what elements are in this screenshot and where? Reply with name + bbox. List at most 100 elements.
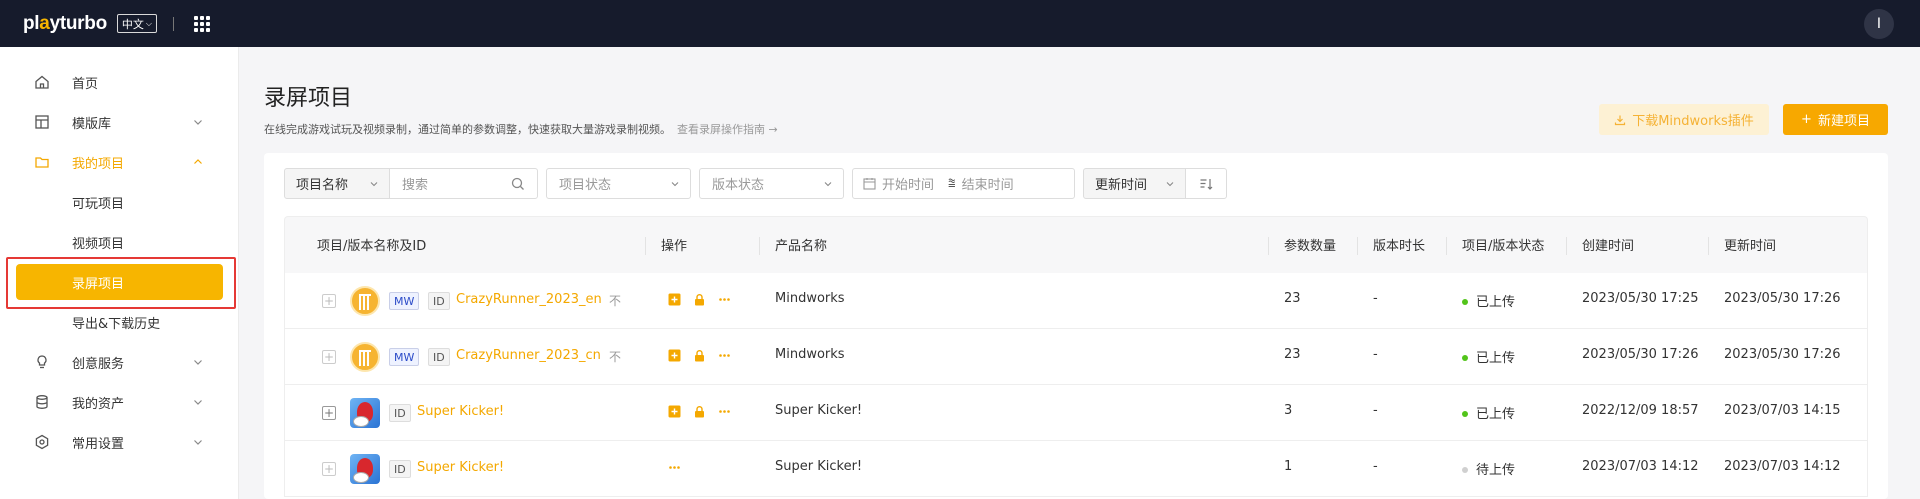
status-badge: 已上传 xyxy=(1462,403,1515,422)
row-actions xyxy=(668,461,681,474)
project-name-link[interactable]: CrazyRunner_2023_en xyxy=(456,292,602,307)
lock-icon[interactable] xyxy=(693,405,706,418)
version-duration: - xyxy=(1373,291,1378,306)
sidebar-subitem-playable[interactable]: 可玩项目 xyxy=(0,186,239,218)
updated-time: 2023/05/30 17:26 xyxy=(1724,291,1841,306)
updated-time: 2023/05/30 17:26 xyxy=(1724,347,1841,362)
sidebar-subitem-export-history[interactable]: 导出&下载历史 xyxy=(0,306,239,338)
field-select-value: 项目名称 xyxy=(296,178,349,193)
sidebar-item-label: 创意服务 xyxy=(72,356,125,372)
chevron-down-icon xyxy=(194,120,202,125)
table-row[interactable]: + MW ID CrazyRunner_2023_cn 不 Mindworks … xyxy=(284,329,1868,385)
project-name-link[interactable]: Super Kicker! xyxy=(417,460,504,475)
more-icon[interactable] xyxy=(718,349,731,362)
column-header: 操作 xyxy=(661,239,688,254)
date-range-picker[interactable]: 开始时间 ⩰ 结束时间 xyxy=(852,168,1075,199)
add-version-icon[interactable] xyxy=(668,293,681,306)
top-bar: playturbo 中文 ⌵ I xyxy=(0,0,1920,47)
sidebar-item-settings[interactable]: 常用设置 xyxy=(0,426,239,458)
lock-icon[interactable] xyxy=(693,349,706,362)
plus-icon: + xyxy=(1801,112,1812,127)
table-row[interactable]: + MW ID CrazyRunner_2023_en 不 Mindworks … xyxy=(284,273,1868,329)
new-project-label: 新建项目 xyxy=(1817,114,1870,129)
mindworks-logo xyxy=(350,342,380,372)
more-icon[interactable] xyxy=(718,405,731,418)
language-select[interactable]: 中文 ⌵ xyxy=(116,14,157,33)
mw-badge: MW xyxy=(389,348,420,366)
status-dot xyxy=(1462,354,1468,361)
chevron-down-icon xyxy=(1166,181,1174,186)
settings-icon xyxy=(35,434,49,450)
expand-icon[interactable]: + xyxy=(322,294,336,308)
start-date-placeholder: 开始时间 xyxy=(882,178,935,193)
apps-grid-icon[interactable] xyxy=(193,15,210,32)
download-plugin-button[interactable]: 下载Mindworks插件 xyxy=(1599,104,1769,135)
search-placeholder: 搜索 xyxy=(402,178,429,193)
id-badge[interactable]: ID xyxy=(389,404,411,422)
column-header: 项目/版本状态 xyxy=(1462,239,1545,254)
sidebar-item-my-projects[interactable]: 我的项目 xyxy=(0,146,239,178)
project-name-link[interactable]: Super Kicker! xyxy=(417,404,504,419)
expand-icon[interactable]: + xyxy=(322,350,336,364)
avatar[interactable]: I xyxy=(1864,9,1894,39)
created-time: 2023/07/03 14:12 xyxy=(1582,459,1699,474)
param-count: 3 xyxy=(1284,403,1293,418)
sidebar-item-my-assets[interactable]: 我的资产 xyxy=(0,386,239,418)
version-duration: - xyxy=(1373,459,1378,474)
super-kicker-thumb xyxy=(350,398,380,428)
version-status-select[interactable]: 版本状态 xyxy=(699,168,844,199)
search-input[interactable]: 搜索 xyxy=(389,168,538,199)
more-icon[interactable] xyxy=(668,461,681,474)
database-icon xyxy=(36,395,48,409)
search-icon[interactable] xyxy=(511,177,525,191)
sort-order-button[interactable] xyxy=(1185,168,1227,199)
expand-icon[interactable]: + xyxy=(322,462,336,476)
project-status-select[interactable]: 项目状态 xyxy=(546,168,691,199)
table-row[interactable]: + ID Super Kicker! Super Kicker! 3 - 已上传… xyxy=(284,385,1868,441)
folder-icon xyxy=(35,157,49,168)
column-divider xyxy=(1357,237,1358,255)
playturbo-logo[interactable]: playturbo xyxy=(23,13,107,35)
status-placeholder: 项目状态 xyxy=(559,178,612,193)
created-time: 2023/05/30 17:25 xyxy=(1582,291,1699,306)
chevron-down-icon xyxy=(370,181,378,186)
chevron-down-icon xyxy=(194,360,202,365)
end-date-placeholder: 结束时间 xyxy=(961,178,1014,193)
add-version-icon[interactable] xyxy=(668,405,681,418)
add-version-icon[interactable] xyxy=(668,349,681,362)
id-badge[interactable]: ID xyxy=(428,292,450,310)
status-dot xyxy=(1462,298,1468,305)
param-count: 1 xyxy=(1284,459,1293,474)
row-actions xyxy=(668,405,731,418)
chevron-down-icon xyxy=(824,181,832,186)
lock-icon[interactable] xyxy=(693,293,706,306)
bulb-icon xyxy=(37,355,47,369)
range-separator-icon: ⩰ xyxy=(948,176,956,191)
field-select[interactable]: 项目名称 xyxy=(284,168,390,199)
sidebar-subitem-video[interactable]: 视频项目 xyxy=(0,226,239,258)
sidebar-item-templates[interactable]: 模版库 xyxy=(0,106,239,138)
column-divider xyxy=(759,237,760,255)
calendar-icon xyxy=(863,178,876,190)
created-time: 2022/12/09 18:57 xyxy=(1582,403,1699,418)
sidebar-item-creative-services[interactable]: 创意服务 xyxy=(0,346,239,378)
sidebar-item-home[interactable]: 首页 xyxy=(0,66,239,98)
sidebar-item-label: 首页 xyxy=(72,76,99,92)
guide-link[interactable]: 查看录屏操作指南 → xyxy=(677,123,778,136)
table-row[interactable]: + ID Super Kicker! Super Kicker! 1 - 待上传… xyxy=(284,441,1868,497)
id-badge[interactable]: ID xyxy=(389,460,411,478)
version-placeholder: 版本状态 xyxy=(712,178,765,193)
project-name-link[interactable]: CrazyRunner_2023_cn xyxy=(456,348,601,363)
template-icon xyxy=(35,115,49,129)
sort-field-select[interactable]: 更新时间 xyxy=(1083,168,1186,199)
expand-icon[interactable]: + xyxy=(322,406,336,420)
chevron-down-icon xyxy=(671,181,679,186)
id-badge[interactable]: ID xyxy=(428,348,450,366)
mindworks-logo xyxy=(350,286,380,316)
sidebar-item-label: 我的资产 xyxy=(72,396,125,412)
description-text: 在线完成游戏试玩及视频录制，通过简单的参数调整，快速获取大量游戏录制视频。 xyxy=(264,123,671,136)
project-flag: 不 xyxy=(609,294,622,308)
more-icon[interactable] xyxy=(718,293,731,306)
new-project-button[interactable]: + 新建项目 xyxy=(1783,104,1888,135)
project-flag: 不 xyxy=(609,350,622,364)
